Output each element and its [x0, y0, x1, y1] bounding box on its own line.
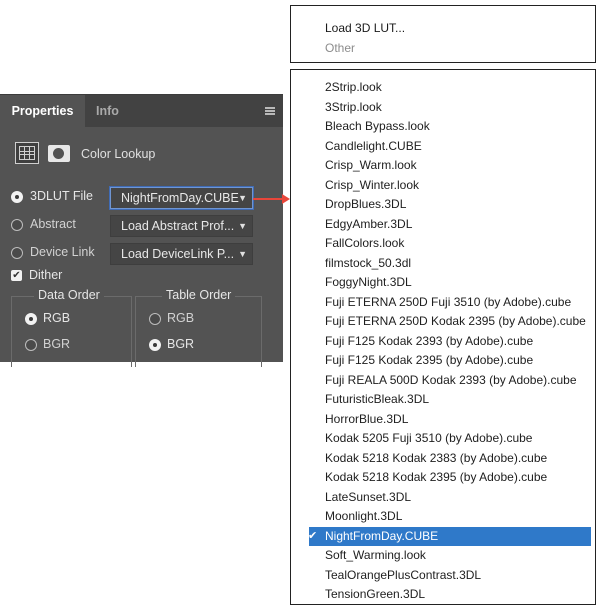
select-3dlut-file[interactable]: NightFromDay.CUBE ▼ — [110, 187, 253, 209]
data-order-title: Data Order — [34, 288, 104, 302]
lut-item[interactable]: Crisp_Warm.look — [291, 156, 595, 176]
select-abstract-value: Load Abstract Prof... — [121, 219, 235, 233]
lut-item-label: TensionGreen.3DL — [325, 587, 426, 601]
radio-data-order-rgb[interactable] — [25, 313, 37, 325]
lut-item-label: FoggyNight.3DL — [325, 275, 412, 289]
tab-properties[interactable]: Properties — [0, 95, 85, 127]
label-abstract: Abstract — [30, 217, 76, 231]
lut-item-label: EdgyAmber.3DL — [325, 216, 413, 231]
lut-item-label: 3Strip.look — [325, 99, 382, 114]
lut-item[interactable]: Kodak 5218 Kodak 2395 (by Adobe).cube — [291, 468, 595, 488]
lut-item[interactable]: filmstock_50.3dl — [291, 254, 595, 274]
lut-item-selected[interactable]: ✔ NightFromDay.CUBE — [308, 526, 591, 546]
label-3dlut-file: 3DLUT File — [30, 189, 93, 203]
lut-item-label: Fuji REALA 500D Kodak 2393 (by Adobe).cu… — [325, 372, 577, 387]
lut-file-list: 2Strip.look 3Strip.look Bleach Bypass.look… — [290, 69, 596, 605]
lut-item[interactable]: 3Strip.look — [291, 98, 595, 118]
tab-info[interactable]: Info — [96, 95, 119, 127]
lut-item[interactable]: 2Strip.look — [291, 78, 595, 98]
callout-arrow-head-icon — [282, 194, 290, 204]
label-table-order-bgr: BGR — [167, 337, 195, 351]
label-table-order-rgb: RGB — [167, 311, 195, 325]
lut-item[interactable]: Bleach Bypass.look — [291, 117, 595, 137]
label-data-order-rgb: RGB — [43, 311, 71, 325]
radio-table-order-bgr[interactable] — [149, 339, 161, 351]
lut-item-label: Fuji F125 Kodak 2395 (by Adobe).cube — [325, 353, 534, 367]
adjustment-title: Color Lookup — [81, 147, 156, 161]
menu-item-other: Other — [325, 41, 356, 55]
menu-item-load-3d-lut[interactable]: Load 3D LUT... — [325, 21, 405, 35]
lut-item-label: FallColors.look — [325, 236, 405, 250]
checkmark-icon: ✔ — [308, 529, 318, 542]
select-device-link-value: Load DeviceLink P... — [121, 247, 235, 261]
properties-panel: Properties Info Color Lookup 3DLUT File … — [0, 94, 283, 367]
lut-item[interactable]: Kodak 5218 Kodak 2383 (by Adobe).cube — [291, 449, 595, 469]
radio-data-order-bgr[interactable] — [25, 339, 37, 351]
table-order-group: Table Order RGB BGR — [135, 288, 262, 367]
radio-device-link[interactable] — [11, 247, 23, 259]
label-dither: Dither — [29, 268, 63, 282]
load-lut-menu: Load 3D LUT... Other — [290, 5, 596, 63]
lut-item[interactable]: Moonlight.3DL — [291, 507, 595, 527]
lut-item[interactable]: DropBlues.3DL — [291, 195, 595, 215]
table-order-title: Table Order — [162, 288, 236, 302]
select-device-link[interactable]: Load DeviceLink P... ▼ — [110, 243, 253, 265]
chevron-down-icon: ▼ — [238, 193, 247, 203]
lut-item[interactable]: HorrorBlue.3DL — [291, 410, 595, 430]
lut-item[interactable]: Candlelight.CUBE — [291, 137, 595, 157]
lut-item[interactable]: FuturisticBleak.3DL — [291, 390, 595, 410]
lut-item[interactable]: FoggyNight.3DL — [291, 273, 595, 293]
radio-3dlut-file[interactable] — [11, 191, 23, 203]
lut-item-label: Kodak 5205 Fuji 3510 (by Adobe).cube — [325, 431, 533, 445]
label-data-order-bgr: BGR — [43, 337, 71, 351]
lut-item-label: Crisp_Warm.look — [325, 158, 417, 172]
lut-item-label: DropBlues.3DL — [325, 197, 407, 211]
lut-item[interactable]: LateSunset.3DL — [291, 488, 595, 508]
lut-item-label: Fuji ETERNA 250D Kodak 2395 (by Adobe).c… — [325, 314, 586, 328]
callout-arrow-line — [253, 198, 284, 200]
layer-mask-icon[interactable] — [48, 145, 70, 162]
lut-item[interactable]: Fuji F125 Kodak 2395 (by Adobe).cube — [291, 351, 595, 371]
data-order-group: Data Order RGB BGR — [11, 288, 132, 367]
lut-item[interactable]: Fuji ETERNA 250D Kodak 2395 (by Adobe).c… — [291, 312, 595, 332]
lut-item-label: TealOrangePlusContrast.3DL — [325, 567, 482, 582]
lut-item-label: Fuji F125 Kodak 2393 (by Adobe).cube — [325, 333, 534, 348]
lut-item-label: FuturisticBleak.3DL — [325, 392, 430, 406]
select-abstract[interactable]: Load Abstract Prof... ▼ — [110, 215, 253, 237]
lut-item-label: HorrorBlue.3DL — [325, 411, 409, 426]
adjustment-grid-icon[interactable] — [15, 142, 39, 164]
lut-item-label: NightFromDay.CUBE — [325, 528, 439, 543]
panel-tabbar: Properties Info — [0, 95, 283, 127]
lut-item-label: Crisp_Winter.look — [325, 177, 420, 192]
lut-item-label: Bleach Bypass.look — [325, 119, 430, 133]
select-3dlut-file-value: NightFromDay.CUBE — [121, 191, 239, 205]
radio-table-order-rgb[interactable] — [149, 313, 161, 325]
radio-abstract[interactable] — [11, 219, 23, 231]
lut-item[interactable]: TealOrangePlusContrast.3DL — [291, 566, 595, 586]
lut-item-label: filmstock_50.3dl — [325, 255, 412, 270]
lut-item-label: Soft_Warming.look — [325, 548, 426, 562]
dither-checkbox[interactable]: ✔ — [11, 270, 22, 281]
lut-item[interactable]: Fuji REALA 500D Kodak 2393 (by Adobe).cu… — [291, 371, 595, 391]
lut-item-label: Kodak 5218 Kodak 2383 (by Adobe).cube — [325, 450, 548, 465]
chevron-down-icon: ▼ — [238, 249, 247, 259]
lut-item-label: LateSunset.3DL — [325, 489, 412, 504]
lut-item[interactable]: EdgyAmber.3DL — [291, 215, 595, 235]
lut-item[interactable]: TensionGreen.3DL — [291, 585, 595, 605]
lut-item[interactable]: Soft_Warming.look — [291, 546, 595, 566]
lut-item[interactable]: Kodak 5205 Fuji 3510 (by Adobe).cube — [291, 429, 595, 449]
lut-item-label: Candlelight.CUBE — [325, 138, 422, 153]
lut-item-label: Kodak 5218 Kodak 2395 (by Adobe).cube — [325, 470, 548, 484]
lut-item-label: Moonlight.3DL — [325, 509, 403, 523]
chevron-down-icon: ▼ — [238, 221, 247, 231]
panel-menu-icon[interactable] — [265, 107, 275, 115]
lut-item-label: Fuji ETERNA 250D Fuji 3510 (by Adobe).cu… — [325, 294, 572, 309]
lut-item[interactable]: Fuji ETERNA 250D Fuji 3510 (by Adobe).cu… — [291, 293, 595, 313]
lut-item[interactable]: FallColors.look — [291, 234, 595, 254]
label-device-link: Device Link — [30, 245, 95, 259]
lut-item-label: 2Strip.look — [325, 80, 382, 94]
lut-item[interactable]: Crisp_Winter.look — [291, 176, 595, 196]
lut-item[interactable]: Fuji F125 Kodak 2393 (by Adobe).cube — [291, 332, 595, 352]
